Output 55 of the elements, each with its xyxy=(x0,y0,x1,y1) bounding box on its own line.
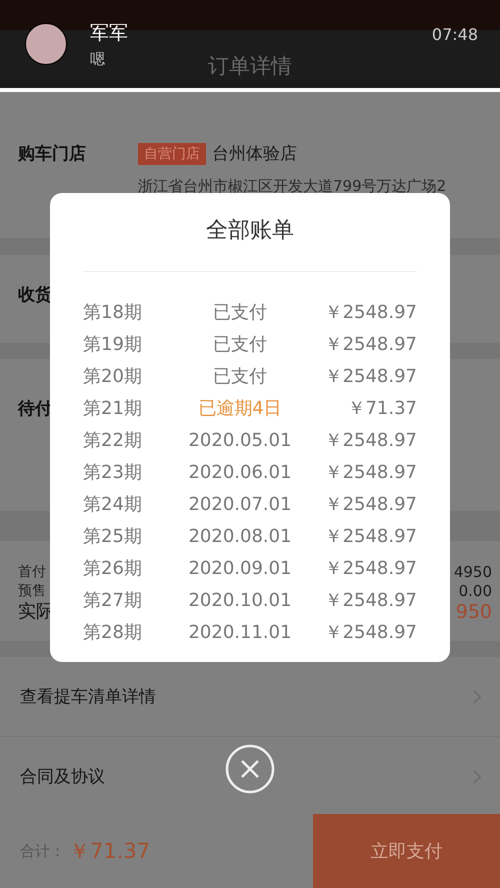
store-name: 台州体验店 xyxy=(212,143,297,165)
summary-label: 预售 xyxy=(18,582,47,601)
bill-status: 2020.08.01 xyxy=(187,526,293,546)
amount-cell-text: ￥2548.97 xyxy=(324,621,417,644)
period-cell-text: 第19期 xyxy=(83,333,143,356)
amount-cell-text: ￥2548.97 xyxy=(324,365,417,388)
store-label: 购车门店 xyxy=(18,143,87,165)
bill-status: 2020.11.01 xyxy=(187,622,293,642)
period-cell-text: 第24期 xyxy=(83,493,143,516)
link-label: 查看提车清单详情 xyxy=(20,686,156,708)
page-title: 订单详情 xyxy=(208,54,292,78)
bill-status: 2020.07.01 xyxy=(187,494,293,514)
amount-cell-text: ￥2548.97 xyxy=(324,525,417,548)
notification-message: 嗯 xyxy=(90,50,105,69)
bill-status: 已支付 xyxy=(212,333,268,356)
bill-status: 2020.06.01 xyxy=(187,462,293,482)
store-tag: 自营门店 xyxy=(138,142,206,164)
period-cell-text: 第26期 xyxy=(83,557,143,580)
period-cell-text: 第18期 xyxy=(83,301,143,324)
bill-status: 2020.10.01 xyxy=(187,590,293,610)
avatar xyxy=(25,23,67,65)
sender-name: 军军 xyxy=(90,21,128,46)
amount-cell-text: ￥2548.97 xyxy=(324,493,417,516)
close-button[interactable] xyxy=(225,744,275,794)
amount-cell-text: ￥2548.97 xyxy=(324,333,417,356)
amount-cell-text: ￥71.37 xyxy=(346,397,417,420)
period-cell-text: 第21期 xyxy=(83,397,143,420)
amount-cell-text: ￥2548.97 xyxy=(324,557,417,580)
period-cell-text: 第28期 xyxy=(83,621,143,644)
period-cell-text: 第22期 xyxy=(83,429,143,452)
overdue-status: 已逾期4日 xyxy=(197,397,283,420)
summary-value: 0.00 xyxy=(458,582,492,601)
amount-cell-text: ￥2548.97 xyxy=(324,301,417,324)
bill-status: 2020.05.01 xyxy=(187,430,293,450)
bill-status: 已支付 xyxy=(212,301,268,324)
summary-value: 4950 xyxy=(454,563,492,582)
amount-cell-text: ￥2548.97 xyxy=(324,429,417,452)
notification-time: 07:48 xyxy=(432,25,478,44)
bill-status: 2020.09.01 xyxy=(187,558,293,578)
amount-cell-text: ￥2548.97 xyxy=(324,589,417,612)
total-amount: ￥71.37 xyxy=(69,838,150,865)
summary-label: 首付 xyxy=(18,563,47,582)
amount-cell-text: ￥2548.97 xyxy=(324,461,417,484)
period-cell-text: 第27期 xyxy=(83,589,143,612)
period-cell-text: 第25期 xyxy=(83,525,143,548)
bill-status: 已支付 xyxy=(212,365,268,388)
period-cell-text: 第20期 xyxy=(83,365,143,388)
period-cell-text: 第23期 xyxy=(83,461,143,484)
store-address: 浙江省台州市椒江区开发大道799号万达广场2 xyxy=(138,177,448,196)
link-label: 合同及协议 xyxy=(20,766,105,788)
pay-button[interactable]: 立即支付 xyxy=(313,814,500,888)
close-icon xyxy=(225,744,275,794)
dialog-title: 全部账单 xyxy=(205,217,295,245)
section-label: 待付 xyxy=(18,399,52,419)
summary-value: 950 xyxy=(456,601,492,623)
